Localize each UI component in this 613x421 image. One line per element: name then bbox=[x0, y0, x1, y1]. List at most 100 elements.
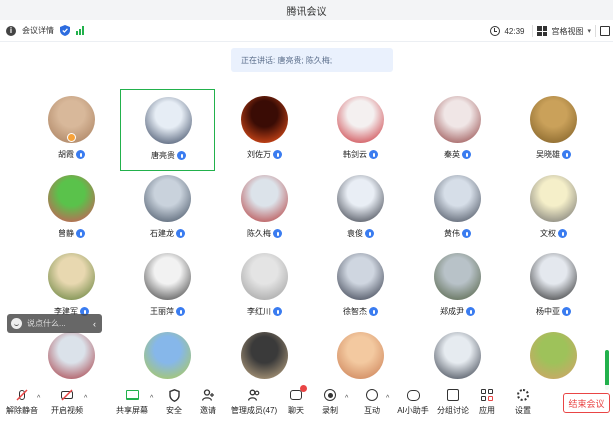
meeting-duration: 42:39 bbox=[504, 26, 525, 36]
participant-name: 袁俊 bbox=[313, 228, 408, 239]
participant-tile[interactable]: 王丽萍 bbox=[120, 246, 215, 328]
chat-label: 聊天 bbox=[288, 406, 304, 415]
ai-assistant-button[interactable]: AI小助手 bbox=[393, 388, 433, 420]
chat-input[interactable]: 说点什么... bbox=[27, 318, 88, 329]
divider bbox=[532, 25, 534, 37]
chat-icon bbox=[290, 390, 302, 400]
emoji-icon[interactable] bbox=[11, 318, 22, 329]
microphone-icon bbox=[273, 307, 282, 316]
microphone-icon bbox=[369, 307, 378, 316]
info-icon[interactable]: i bbox=[6, 25, 16, 36]
manage-members-button[interactable]: 管理成员(47) bbox=[231, 388, 277, 420]
participant-tile[interactable]: 黄伟 bbox=[410, 168, 505, 250]
participant-tile[interactable]: 李红川 bbox=[217, 246, 312, 328]
view-mode-label[interactable]: 宫格视图 bbox=[551, 26, 583, 37]
participant-name: 曾静 bbox=[24, 228, 119, 239]
chevron-up-icon[interactable]: ^ bbox=[84, 395, 87, 402]
participant-tile[interactable]: 文权 bbox=[506, 168, 601, 250]
participant-tile[interactable]: 唐亮贵 bbox=[120, 89, 215, 171]
microphone-icon bbox=[273, 150, 282, 159]
avatar bbox=[530, 175, 577, 222]
participant-name-text: 刘佐万 bbox=[247, 150, 271, 159]
microphone-icon bbox=[562, 307, 571, 316]
microphone-icon bbox=[176, 229, 185, 238]
participant-name-text: 徐智杰 bbox=[343, 307, 367, 316]
participant-name: 秦英 bbox=[410, 149, 505, 160]
participant-tile[interactable]: 曾静 bbox=[24, 168, 119, 250]
video-button[interactable]: 开启视频 bbox=[47, 388, 87, 420]
participant-tile[interactable]: 胡霞 bbox=[24, 89, 119, 171]
chevron-up-icon[interactable]: ^ bbox=[150, 395, 153, 402]
participant-name-text: 陈久梅 bbox=[247, 229, 271, 238]
unread-badge bbox=[300, 385, 307, 392]
video-label: 开启视频 bbox=[51, 406, 83, 415]
grid-view-icon[interactable] bbox=[537, 26, 548, 36]
participant-tile[interactable]: 吴晓雄 bbox=[506, 89, 601, 171]
avatar bbox=[434, 175, 481, 222]
raise-hand-icon bbox=[67, 133, 76, 142]
members-icon bbox=[248, 389, 260, 401]
participant-tile[interactable]: 韩剑云 bbox=[313, 89, 408, 171]
participant-tile[interactable]: 陈久梅 bbox=[217, 168, 312, 250]
participant-tile[interactable]: 徐智杰 bbox=[313, 246, 408, 328]
record-label: 录制 bbox=[322, 406, 338, 415]
participant-tile[interactable]: 杨中亚 bbox=[506, 246, 601, 328]
mute-label: 解除静音 bbox=[6, 406, 38, 415]
participant-name-text: 李红川 bbox=[247, 307, 271, 316]
avatar bbox=[48, 332, 95, 379]
participant-tile[interactable]: 袁俊 bbox=[313, 168, 408, 250]
microphone-icon bbox=[365, 229, 374, 238]
participant-name: 陈久梅 bbox=[217, 228, 312, 239]
participant-name: 文权 bbox=[506, 228, 601, 239]
settings-button[interactable]: 设置 bbox=[503, 388, 543, 420]
chevron-up-icon[interactable]: ^ bbox=[345, 395, 348, 402]
end-meeting-button[interactable]: 结束会议 bbox=[563, 393, 610, 413]
mute-slash-icon bbox=[16, 389, 28, 401]
quick-chat-bar[interactable]: 说点什么... ‹ bbox=[7, 314, 102, 333]
mute-button[interactable]: 解除静音 bbox=[2, 388, 42, 420]
avatar bbox=[48, 253, 95, 300]
chevron-up-icon[interactable]: ^ bbox=[386, 395, 389, 402]
participant-tile[interactable]: 秦英 bbox=[410, 89, 505, 171]
fullscreen-icon[interactable] bbox=[600, 26, 610, 36]
participant-tile[interactable]: 石建龙 bbox=[120, 168, 215, 250]
network-signal-icon[interactable] bbox=[76, 26, 84, 35]
meeting-info-link[interactable]: 会议详情 bbox=[22, 25, 54, 36]
scrollbar[interactable] bbox=[605, 350, 609, 390]
invite-label: 邀请 bbox=[200, 406, 216, 415]
participant-name-text: 王丽萍 bbox=[150, 307, 174, 316]
chevron-up-icon[interactable]: ^ bbox=[37, 395, 40, 402]
chevron-left-icon[interactable]: ‹ bbox=[93, 319, 102, 329]
top-toolbar: i 会议详情 42:39 宫格视图 ▾ bbox=[0, 20, 613, 42]
participant-name: 黄伟 bbox=[410, 228, 505, 239]
microphone-icon bbox=[462, 150, 471, 159]
participant-name: 王丽萍 bbox=[120, 306, 215, 317]
interact-icon bbox=[366, 389, 378, 401]
microphone-icon bbox=[369, 150, 378, 159]
invite-button[interactable]: 邀请 bbox=[188, 388, 228, 420]
participant-name: 郑成尹 bbox=[410, 306, 505, 317]
avatar bbox=[241, 175, 288, 222]
participant-name-text: 黄伟 bbox=[444, 229, 460, 238]
add-person-icon bbox=[202, 389, 214, 401]
breakout-label: 分组讨论 bbox=[437, 406, 469, 415]
ai-assistant-icon bbox=[406, 389, 420, 401]
microphone-icon bbox=[76, 150, 85, 159]
camera-slash-icon bbox=[61, 389, 73, 401]
participant-tile[interactable]: 郑成尹 bbox=[410, 246, 505, 328]
apps-button[interactable]: 应用 bbox=[467, 388, 507, 420]
chevron-down-icon[interactable]: ▾ bbox=[587, 27, 591, 35]
title-bar: 腾讯会议 bbox=[0, 0, 613, 20]
shield-icon[interactable] bbox=[60, 25, 70, 36]
avatar bbox=[144, 332, 191, 379]
record-button[interactable]: 录制 bbox=[310, 388, 350, 420]
participant-name-text: 郑成尹 bbox=[440, 307, 464, 316]
interact-button[interactable]: 互动 bbox=[352, 388, 392, 420]
avatar bbox=[144, 253, 191, 300]
microphone-icon bbox=[177, 151, 186, 160]
bottom-control-bar: 解除静音 ^ 开启视频 ^ 共享屏幕 ^ 安全 邀请 管理成员(47) 聊天 录… bbox=[0, 385, 613, 421]
share-screen-button[interactable]: 共享屏幕 bbox=[112, 388, 152, 420]
participant-name-text: 唐亮贵 bbox=[151, 151, 175, 160]
participant-tile[interactable]: 刘佐万 bbox=[217, 89, 312, 171]
divider bbox=[595, 25, 596, 37]
